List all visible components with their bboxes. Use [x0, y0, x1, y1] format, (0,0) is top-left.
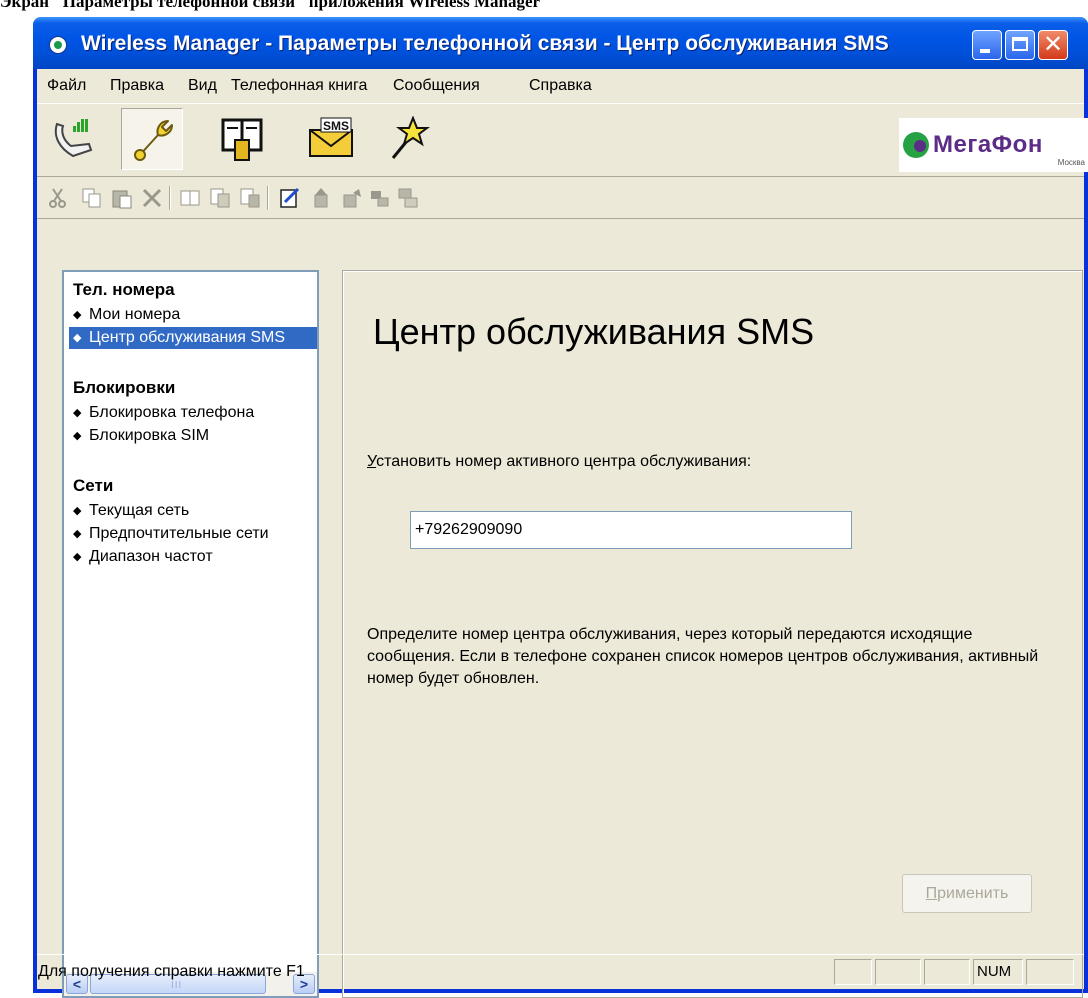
main-toolbar: SMS МегаФон Москва — [37, 103, 1088, 177]
edit-toolbar — [37, 176, 1084, 219]
maximize-button[interactable] — [1005, 30, 1035, 60]
status-pane-2 — [875, 959, 921, 985]
sync-button[interactable] — [369, 187, 391, 209]
menu-phonebook[interactable]: Телефонная книга — [231, 77, 367, 95]
nav-item-phone-lock[interactable]: ◆ Блокировка телефона — [71, 402, 254, 424]
menu-file[interactable]: Файл — [47, 77, 86, 95]
window-title: Wireless Manager - Параметры телефонной … — [81, 32, 889, 55]
nav-item-sim-lock[interactable]: ◆ Блокировка SIM — [71, 425, 209, 447]
messages-button[interactable]: SMS — [299, 108, 361, 170]
status-help-text: Для получения справки нажмите F1 — [38, 963, 305, 980]
sms-center-label: Установить номер активного центра обслуж… — [367, 453, 752, 470]
nav-item-frequency-band[interactable]: ◆ Диапазон частот — [71, 546, 213, 568]
delete-button[interactable] — [141, 187, 163, 209]
menu-edit[interactable]: Правка — [110, 77, 164, 95]
status-pane-5 — [1026, 959, 1074, 985]
wizard-button[interactable] — [377, 108, 439, 170]
copy-to-sim-button[interactable] — [239, 187, 261, 209]
import-button[interactable] — [311, 187, 333, 209]
menu-view[interactable]: Вид — [188, 77, 217, 95]
menu-help[interactable]: Справка — [529, 77, 592, 95]
status-bar: Для получения справки нажмите F1 NUM — [37, 954, 1084, 989]
nav-item-sms-center[interactable]: ◆ Центр обслуживания SMS — [69, 327, 317, 349]
copy-sim-icon — [240, 188, 260, 208]
client-area: Файл Правка Вид Телефонная книга Сообщен… — [37, 69, 1088, 998]
maximize-icon — [1012, 37, 1028, 51]
page-title: Центр обслуживания SMS — [373, 311, 815, 352]
sms-center-number-input[interactable] — [410, 511, 852, 549]
book-icon — [180, 190, 200, 206]
apply-button[interactable]: Применить — [902, 874, 1032, 913]
connection-button[interactable] — [43, 108, 105, 170]
content-panel: Центр обслуживания SMS Установить номер … — [342, 270, 1083, 998]
phonebook-icon — [221, 118, 263, 161]
export-button[interactable] — [341, 187, 363, 209]
paste-icon — [112, 190, 132, 209]
copy-to-phone-button[interactable] — [209, 187, 231, 209]
bullet-icon: ◆ — [73, 309, 82, 321]
status-pane-1 — [834, 959, 872, 985]
export-icon — [343, 189, 361, 208]
bullet-icon: ◆ — [73, 551, 82, 563]
app-window: Wireless Manager - Параметры телефонной … — [33, 17, 1088, 998]
edit-button[interactable] — [279, 187, 301, 209]
nav-group-networks: Сети — [73, 476, 114, 495]
minimize-button[interactable] — [972, 30, 1002, 60]
bullet-icon: ◆ — [73, 332, 82, 344]
status-pane-3 — [924, 959, 970, 985]
menu-bar: Файл Правка Вид Телефонная книга Сообщен… — [37, 69, 1084, 103]
copy-contact-icon — [210, 188, 230, 208]
wizard-wand-icon — [391, 116, 430, 159]
settings-button[interactable] — [121, 108, 183, 170]
copy-icon — [82, 188, 101, 208]
nav-group-locks: Блокировки — [73, 378, 176, 397]
close-icon: ✕ — [1043, 31, 1064, 58]
label-hotkey: У — [367, 453, 377, 470]
title-bar[interactable]: Wireless Manager - Параметры телефонной … — [33, 17, 1088, 69]
bullet-icon: ◆ — [73, 505, 82, 517]
cut-icon — [49, 188, 66, 208]
settings-wrench-icon — [134, 120, 173, 161]
import-icon — [314, 188, 328, 208]
toolbar-separator — [267, 186, 269, 210]
document-caption: Экран "Параметры телефонной связи" прило… — [0, 0, 541, 11]
edit-note-icon — [280, 187, 300, 208]
megafon-logo: МегаФон Москва — [899, 118, 1088, 172]
megafon-logo-icon — [903, 132, 929, 158]
sync-icon — [371, 191, 389, 207]
nav-item-current-network[interactable]: ◆ Текущая сеть — [71, 500, 189, 522]
network-button[interactable] — [397, 187, 419, 209]
bullet-icon: ◆ — [73, 407, 82, 419]
toolbar-separator — [169, 186, 171, 210]
nav-item-preferred-networks[interactable]: ◆ Предпочтительные сети — [71, 523, 269, 545]
bullet-icon: ◆ — [73, 528, 82, 540]
cut-button[interactable] — [47, 187, 69, 209]
logo-city: Москва — [1057, 158, 1085, 167]
minimize-icon — [980, 49, 990, 53]
delete-icon — [142, 188, 162, 208]
menu-messages[interactable]: Сообщения — [393, 77, 480, 95]
apply-hotkey: П — [925, 885, 938, 902]
nav-group-phone-numbers: Тел. номера — [73, 280, 175, 299]
nav-item-my-numbers[interactable]: ◆ Мои номера — [71, 304, 180, 326]
settings-nav-tree: Тел. номера ◆ Мои номера ◆ Центр обслужива… — [62, 270, 319, 998]
sms-icon-text: SMS — [323, 119, 349, 133]
close-button[interactable]: ✕ — [1038, 30, 1068, 60]
app-icon[interactable] — [49, 36, 67, 54]
phonebook-button[interactable] — [211, 108, 273, 170]
network-icon — [398, 188, 418, 208]
status-num-indicator: NUM — [973, 959, 1023, 985]
copy-button[interactable] — [81, 187, 103, 209]
sms-envelope-icon: SMS — [309, 117, 353, 157]
bullet-icon: ◆ — [73, 430, 82, 442]
connection-icon — [54, 119, 93, 158]
open-book-button[interactable] — [179, 187, 201, 209]
logo-name: МегаФон — [933, 131, 1043, 158]
description-text: Определите номер центра обслуживания, че… — [367, 626, 1039, 687]
paste-button[interactable] — [111, 187, 133, 209]
